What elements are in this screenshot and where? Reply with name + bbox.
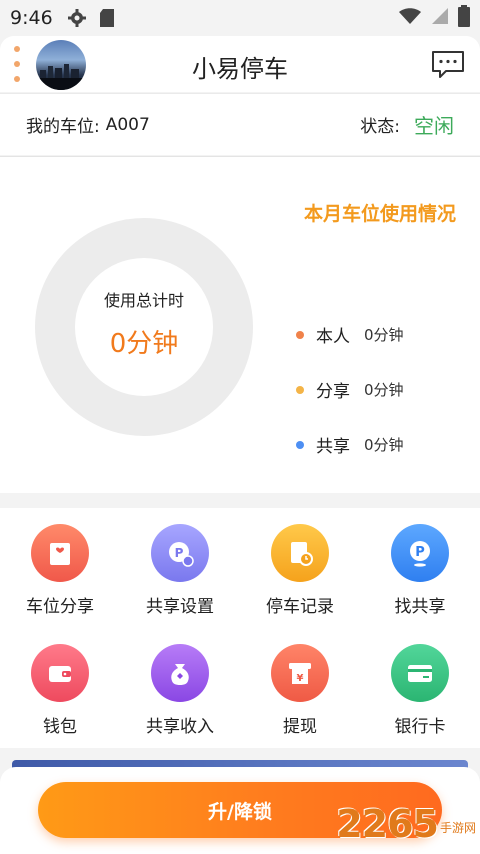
total-time-label: 使用总计时: [103, 290, 184, 310]
wallet-icon: [31, 644, 89, 702]
grid-label: 提现: [283, 717, 317, 737]
svg-text:P: P: [415, 545, 425, 560]
grid-item-find-share[interactable]: P 找共享: [360, 508, 480, 628]
legend-item-self: 本人 0分钟: [296, 307, 404, 362]
legend-value: 0分钟: [364, 381, 404, 399]
status-badge: 空闲: [414, 114, 454, 138]
spot-label: 我的车位:: [26, 117, 100, 137]
signal-icon: [430, 6, 450, 30]
share-income-icon: [151, 644, 209, 702]
spot-code: A007: [105, 114, 150, 135]
grid-item-wallet[interactable]: 钱包: [0, 628, 120, 748]
svg-text:P: P: [175, 546, 184, 560]
legend-name: 共享: [316, 437, 350, 457]
grid-label: 钱包: [43, 717, 77, 737]
usage-section: 本月车位使用情况 使用总计时 0分钟 本人 0分钟 分享 0分钟 共享 0分钟: [0, 156, 480, 493]
grid-label: 停车记录: [266, 597, 334, 617]
usage-title: 本月车位使用情况: [303, 203, 456, 225]
total-time-value: 0分钟: [109, 328, 179, 359]
legend-value: 0分钟: [364, 326, 404, 344]
grid-item-share-income[interactable]: 共享收入: [120, 628, 240, 748]
bank-card-icon: [391, 644, 449, 702]
watermark-number: 2265: [336, 802, 439, 846]
usage-legend: 本人 0分钟 分享 0分钟 共享 0分钟: [296, 307, 404, 472]
page-title: 小易停车: [192, 55, 288, 83]
settings-gear-icon: [67, 8, 87, 28]
share-settings-icon: P: [151, 524, 209, 582]
legend-item-public-share: 共享 0分钟: [296, 417, 404, 472]
grid-label: 共享收入: [146, 717, 214, 737]
legend-dot: [296, 330, 304, 339]
status-bar: 9:46: [0, 0, 480, 36]
battery-icon: [458, 5, 470, 31]
grid-label: 车位分享: [26, 597, 94, 617]
grid-item-bank-card[interactable]: 银行卡: [360, 628, 480, 748]
grid-item-parking-record[interactable]: 停车记录: [240, 508, 360, 628]
header-card: 小易停车: [0, 36, 480, 92]
legend-item-share: 分享 0分钟: [296, 362, 404, 417]
legend-name: 本人: [316, 327, 350, 347]
withdraw-icon: ¥: [271, 644, 329, 702]
parking-share-icon: [31, 524, 89, 582]
grid-label: 找共享: [394, 597, 446, 617]
find-share-icon: P: [391, 524, 449, 582]
feature-grid: 车位分享 P 共享设置 停车记录 P 找共享 钱包 共享收入 ¥ 提现 银行卡: [0, 508, 480, 748]
legend-dot: [296, 440, 304, 449]
parking-spot-row: 我的车位: A007 状态: 空闲: [0, 93, 480, 155]
sd-card-icon: [97, 8, 117, 28]
parking-record-icon: [271, 524, 329, 582]
legend-name: 分享: [316, 382, 350, 402]
grid-label: 共享设置: [146, 597, 214, 617]
grid-item-share-settings[interactable]: P 共享设置: [120, 508, 240, 628]
legend-value: 0分钟: [364, 436, 404, 454]
grid-item-withdraw[interactable]: ¥ 提现: [240, 628, 360, 748]
legend-dot: [296, 385, 304, 394]
grid-label: 银行卡: [394, 717, 446, 737]
watermark-text: 手游网: [439, 821, 476, 835]
svg-text:¥: ¥: [297, 673, 304, 684]
bottom-bar: 升/降锁 2265 手游网: [0, 767, 480, 854]
message-icon[interactable]: [430, 50, 466, 80]
wifi-icon: [398, 6, 422, 30]
app-header: 小易停车: [0, 36, 480, 92]
grid-item-spot-share[interactable]: 车位分享: [0, 508, 120, 628]
status-label: 状态:: [360, 117, 400, 137]
usage-donut-chart: 使用总计时 0分钟: [35, 218, 253, 436]
watermark-logo: 2265 手游网: [336, 802, 476, 846]
status-time: 9:46: [10, 7, 53, 29]
